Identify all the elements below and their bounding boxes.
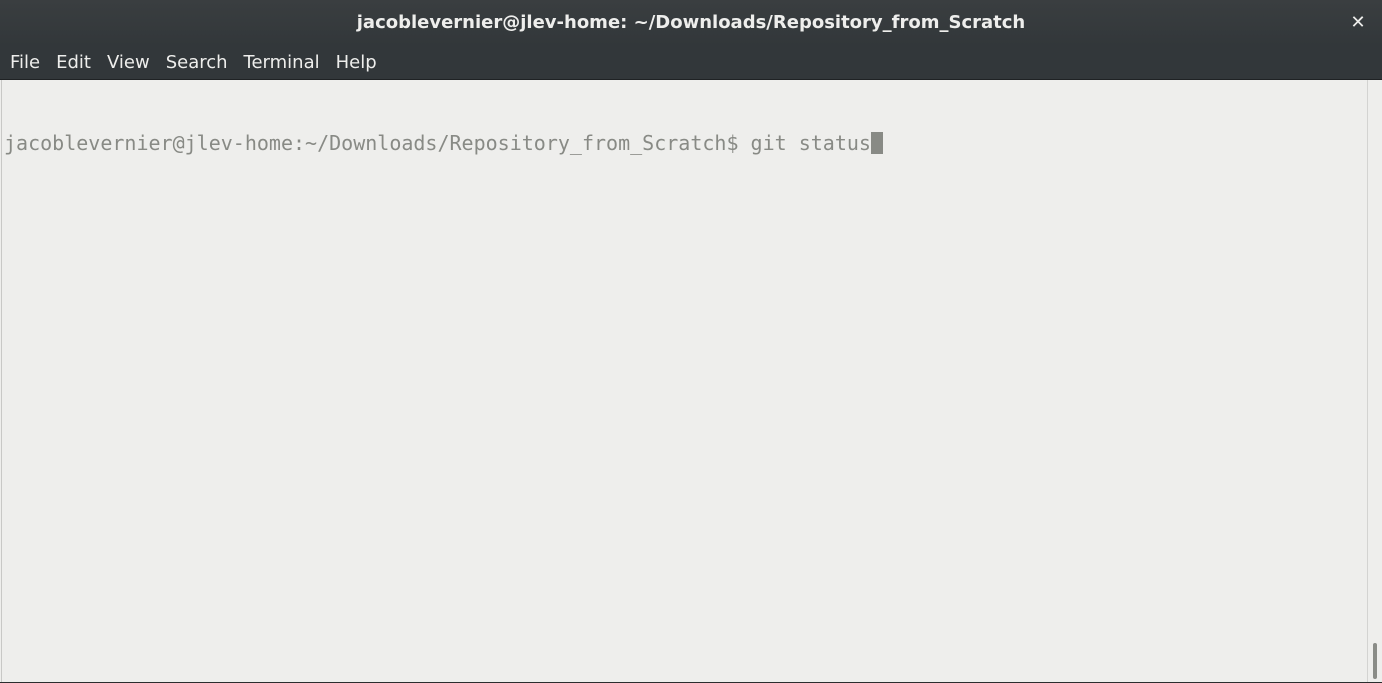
text-cursor — [870, 132, 883, 154]
shell-prompt: jacoblevernier@jlev-home:~/Downloads/Rep… — [4, 131, 751, 155]
close-icon[interactable]: ✕ — [1346, 10, 1370, 34]
vertical-scrollbar[interactable] — [1367, 80, 1382, 683]
menu-terminal[interactable]: Terminal — [236, 46, 328, 80]
scrollbar-thumb[interactable] — [1373, 643, 1377, 679]
menu-help[interactable]: Help — [328, 46, 385, 80]
terminal-window: jacoblevernier@jlev-home: ~/Downloads/Re… — [0, 0, 1382, 683]
terminal-area[interactable]: jacoblevernier@jlev-home:~/Downloads/Rep… — [1, 80, 1367, 682]
title-bar[interactable]: jacoblevernier@jlev-home: ~/Downloads/Re… — [0, 0, 1382, 46]
window-title: jacoblevernier@jlev-home: ~/Downloads/Re… — [356, 12, 1026, 33]
typed-command: git status — [750, 131, 871, 155]
menu-bar: File Edit View Search Terminal Help — [0, 46, 1382, 80]
menu-file[interactable]: File — [2, 46, 48, 80]
command-line: jacoblevernier@jlev-home:~/Downloads/Rep… — [4, 130, 1365, 156]
menu-view[interactable]: View — [99, 46, 158, 80]
menu-edit[interactable]: Edit — [48, 46, 99, 80]
menu-search[interactable]: Search — [158, 46, 236, 80]
